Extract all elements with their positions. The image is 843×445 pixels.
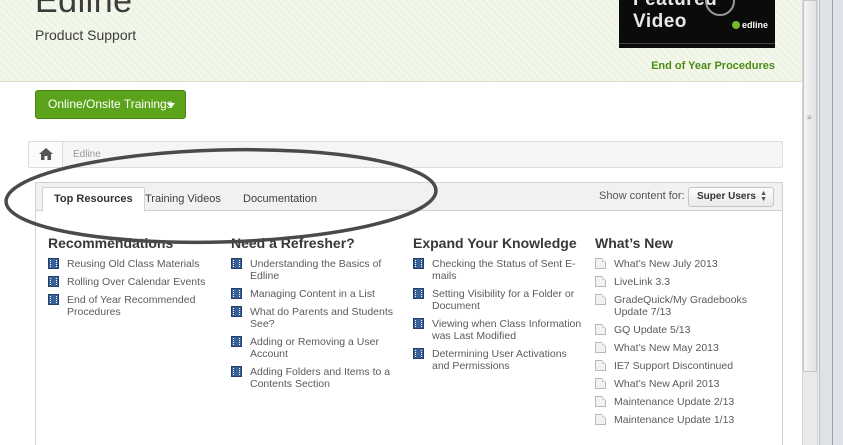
scrollbar-thumb[interactable]: ≡ (803, 0, 817, 372)
window-side-panel (819, 0, 843, 445)
page-viewport: Edline Product Support Featured Video ed… (0, 0, 807, 445)
grip-icon: ≡ (807, 113, 812, 122)
annotation-oval (4, 147, 438, 245)
window-divider (832, 0, 833, 445)
